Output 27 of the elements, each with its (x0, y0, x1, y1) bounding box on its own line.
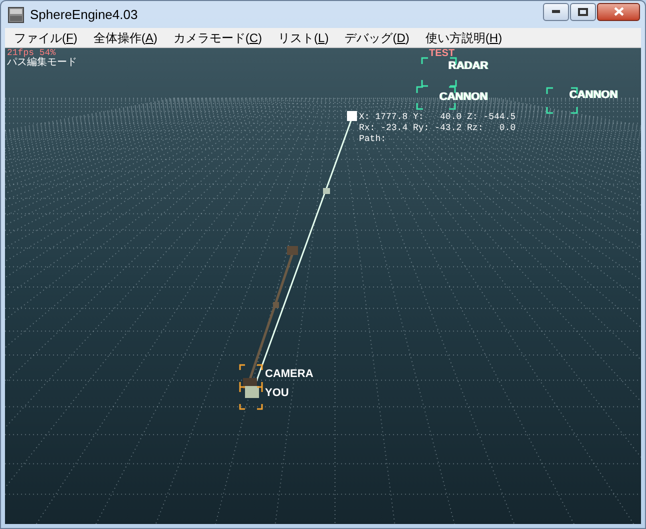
3d-viewport[interactable]: 21fps 54% パス編集モード X: 1777.8 Y: 40.0 Z: -544.5 Rx: -23.4 Ry: -43.2 Rz: 0.0 Path: TEST RADAR CANNON CANNON CAMERA YOU (5, 48, 641, 524)
object-label: RADAR (448, 60, 488, 73)
menu-item[interactable]: リスト(L) (271, 30, 336, 46)
close-icon (614, 7, 624, 16)
menu-item[interactable]: 使い方説明(H) (418, 30, 510, 46)
object-label: CAMERA (265, 368, 314, 381)
object-label: CANNON (569, 89, 618, 102)
fps-readout: 21fps 54% (7, 48, 56, 58)
object-label: CANNON (439, 91, 488, 104)
menu-item[interactable]: ファイル(F) (7, 30, 84, 46)
object-label: YOU (265, 387, 289, 400)
window-title: SphereEngine4.03 (30, 6, 138, 24)
menu-item[interactable]: カメラモード(C) (166, 30, 270, 46)
coordinate-readout: Rx: -23.4 Ry: -43.2 Rz: 0.0 (359, 123, 516, 134)
mode-label: パス編集モード (7, 57, 77, 69)
app-icon (8, 6, 24, 22)
menu-item[interactable]: デバッグ(D) (338, 30, 416, 46)
close-button[interactable] (597, 2, 640, 20)
coordinate-readout: X: 1777.8 Y: 40.0 Z: -544.5 (359, 112, 516, 123)
menu-item[interactable]: 全体操作(A) (86, 30, 164, 46)
minimize-icon (552, 10, 560, 13)
coordinate-readout: Path: (359, 134, 388, 145)
selection-bracket-icon (239, 364, 263, 410)
restore-icon (578, 8, 588, 16)
object-label: TEST (429, 48, 455, 60)
maximize-button[interactable] (570, 2, 596, 20)
minimize-button[interactable] (543, 2, 569, 20)
